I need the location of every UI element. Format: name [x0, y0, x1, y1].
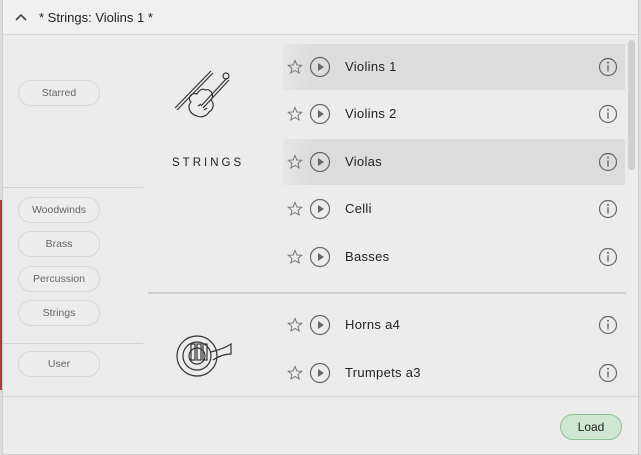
- category-sidebar: Starred Woodwinds Brass Percussion Strin…: [3, 36, 143, 396]
- sidebar-divider: [3, 343, 143, 344]
- filter-starred-button[interactable]: Starred: [18, 80, 100, 106]
- star-icon[interactable]: [287, 317, 303, 333]
- instrument-row-violins-2[interactable]: Violins 2: [283, 91, 625, 137]
- sidebar-divider: [3, 187, 143, 188]
- info-icon[interactable]: [598, 152, 618, 172]
- play-icon[interactable]: [309, 198, 331, 220]
- filter-user-button[interactable]: User: [18, 351, 100, 377]
- instrument-browser-panel: * Strings: Violins 1 * Starred Woodwinds…: [2, 0, 640, 455]
- info-icon[interactable]: [598, 363, 618, 383]
- info-icon[interactable]: [598, 199, 618, 219]
- instrument-row-violas[interactable]: Violas: [283, 139, 625, 185]
- filter-strings-button[interactable]: Strings: [18, 300, 100, 326]
- instrument-row-horns-a4[interactable]: Horns a4: [283, 302, 625, 348]
- info-icon[interactable]: [598, 57, 618, 77]
- header-bar: * Strings: Violins 1 *: [3, 0, 638, 35]
- filter-woodwinds-button[interactable]: Woodwinds: [18, 197, 100, 223]
- instrument-name: Trumpets a3: [345, 365, 421, 380]
- play-icon[interactable]: [309, 56, 331, 78]
- list-scrollbar[interactable]: [628, 40, 635, 170]
- instrument-list: STRINGS Violins 1 Violins 2 Violas Celli: [143, 36, 640, 396]
- star-icon[interactable]: [287, 106, 303, 122]
- instrument-name: Violas: [345, 154, 382, 169]
- instrument-name: Basses: [345, 249, 390, 264]
- chevron-up-icon: [15, 13, 27, 21]
- instrument-name: Horns a4: [345, 317, 401, 332]
- play-icon[interactable]: [309, 362, 331, 384]
- preset-title: * Strings: Violins 1 *: [39, 9, 153, 25]
- load-button[interactable]: Load: [560, 414, 622, 440]
- filter-percussion-button[interactable]: Percussion: [18, 266, 100, 292]
- info-icon[interactable]: [598, 104, 618, 124]
- play-icon[interactable]: [309, 314, 331, 336]
- star-icon[interactable]: [287, 154, 303, 170]
- star-icon[interactable]: [287, 201, 303, 217]
- violin-illustration: [174, 70, 230, 118]
- play-icon[interactable]: [309, 103, 331, 125]
- star-icon[interactable]: [287, 365, 303, 381]
- instrument-name: Violins 1: [345, 59, 397, 74]
- instrument-row-trumpets-a3[interactable]: Trumpets a3: [283, 350, 625, 396]
- filter-brass-button[interactable]: Brass: [18, 231, 100, 257]
- footer-divider: [3, 396, 640, 397]
- french-horn-illustration: [176, 335, 232, 377]
- instrument-name: Celli: [345, 201, 372, 216]
- instrument-row-basses[interactable]: Basses: [283, 234, 625, 280]
- info-icon[interactable]: [598, 247, 618, 267]
- instrument-row-violins-1[interactable]: Violins 1: [283, 44, 625, 90]
- instrument-row-celli[interactable]: Celli: [283, 186, 625, 232]
- play-icon[interactable]: [309, 151, 331, 173]
- star-icon[interactable]: [287, 59, 303, 75]
- play-icon[interactable]: [309, 246, 331, 268]
- star-icon[interactable]: [287, 249, 303, 265]
- collapse-button[interactable]: [3, 0, 39, 35]
- info-icon[interactable]: [598, 315, 618, 335]
- category-label-strings: STRINGS: [172, 157, 245, 169]
- instrument-name: Violins 2: [345, 106, 397, 121]
- section-divider: [148, 292, 626, 294]
